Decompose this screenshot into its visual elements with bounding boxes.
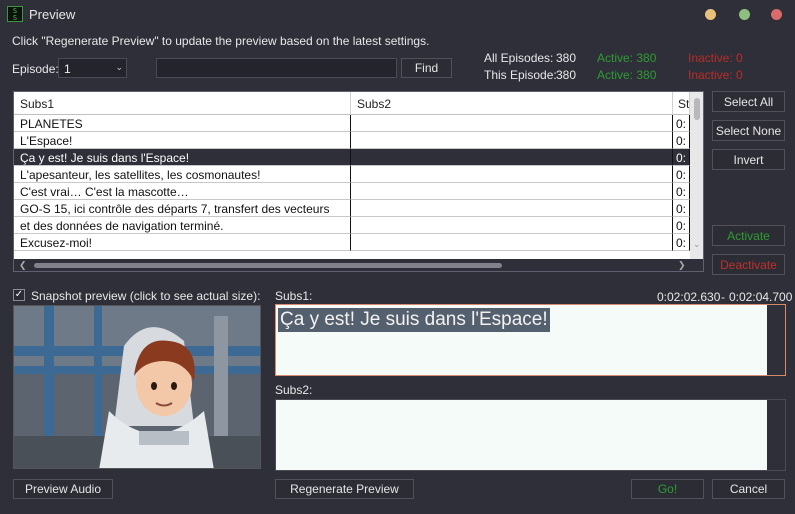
episode-label: Episode: — [12, 62, 59, 76]
subs2-label: Subs2: — [275, 383, 313, 397]
snapshot-preview-label: Snapshot preview (click to see actual si… — [31, 289, 261, 303]
hint-text: Click "Regenerate Preview" to update the… — [12, 34, 430, 48]
close-button[interactable] — [771, 9, 782, 20]
snapshot-preview-checkbox[interactable]: ✓ — [13, 289, 25, 301]
cell-subs1: Excusez-moi! — [14, 234, 351, 251]
cell-start: 0: — [673, 149, 690, 166]
cell-start: 0: — [673, 200, 690, 217]
scrollbar-thumb[interactable] — [694, 98, 700, 120]
select-all-button[interactable]: Select All — [712, 91, 785, 112]
table-row[interactable]: Ça y est! Je suis dans l'Espace! 0: — [14, 149, 690, 166]
find-button[interactable]: Find — [401, 58, 452, 78]
cell-subs2 — [351, 200, 673, 217]
cell-subs1: Ça y est! Je suis dans l'Espace! — [14, 149, 351, 166]
activate-button[interactable]: Activate — [712, 225, 785, 246]
cancel-button[interactable]: Cancel — [712, 479, 785, 499]
cell-subs2 — [351, 115, 673, 132]
subs1-scrollbar[interactable] — [767, 305, 785, 375]
find-input[interactable] — [156, 58, 397, 78]
column-header-subs1[interactable]: Subs1 — [14, 92, 351, 115]
anime-frame-illustration — [14, 306, 260, 468]
title-bar[interactable]: SS Preview — [0, 0, 795, 30]
subs2-text-area[interactable] — [275, 399, 786, 471]
cell-subs2 — [351, 183, 673, 200]
deactivate-button[interactable]: Deactivate — [712, 254, 785, 275]
cell-start: 0: — [673, 115, 690, 132]
cell-subs1: PLANETES — [14, 115, 351, 132]
cell-start: 0: — [673, 183, 690, 200]
subs1-label: Subs1: — [275, 289, 313, 303]
cell-subs2 — [351, 149, 673, 166]
cell-start: 0: — [673, 166, 690, 183]
all-episodes-label: All Episodes: — [484, 51, 554, 65]
minimize-button[interactable] — [705, 9, 716, 20]
maximize-button[interactable] — [739, 9, 750, 20]
subs1-text-area[interactable]: Ça y est! Je suis dans l'Espace! — [275, 304, 786, 376]
app-logo-icon: SS — [7, 6, 23, 22]
table-header: Subs1 Subs2 St — [14, 92, 703, 115]
scroll-left-arrow-icon[interactable]: ❮ — [19, 259, 27, 271]
table-vertical-scrollbar[interactable]: ⌄ — [690, 92, 703, 259]
episode-select-value: 1 — [64, 62, 71, 76]
all-episodes-total: 380 — [556, 51, 577, 65]
cell-subs2 — [351, 217, 673, 234]
column-header-start[interactable]: St — [673, 92, 690, 115]
table-horizontal-scrollbar[interactable]: ❮ ❯ — [14, 259, 703, 271]
all-episodes-active: Active: 380 — [597, 51, 657, 65]
cell-subs1: C'est vrai… C'est la mascotte… — [14, 183, 351, 200]
table-row[interactable]: C'est vrai… C'est la mascotte… 0: — [14, 183, 690, 200]
subs1-time-end: 0:02:04.700 — [729, 290, 793, 304]
this-episode-inactive: Inactive: 0 — [688, 68, 743, 82]
cell-start: 0: — [673, 217, 690, 234]
go-button[interactable]: Go! — [631, 479, 704, 499]
scrollbar-thumb[interactable] — [34, 263, 502, 268]
scroll-down-arrow-icon[interactable]: ⌄ — [693, 239, 701, 250]
cell-subs1: L'apesanteur, les satellites, les cosmon… — [14, 166, 351, 183]
this-episode-total: 380 — [556, 68, 577, 82]
episode-select[interactable]: 1 ⌄ — [58, 58, 127, 78]
table-row[interactable]: GO-S 15, ici contrôle des départs 7, tra… — [14, 200, 690, 217]
subs1-text: Ça y est! Je suis dans l'Espace! — [278, 308, 550, 332]
this-episode-active: Active: 380 — [597, 68, 657, 82]
cell-subs2 — [351, 132, 673, 149]
subs1-time-separator: - — [721, 290, 725, 304]
subs2-scrollbar[interactable] — [767, 400, 785, 470]
cell-subs1: L'Espace! — [14, 132, 351, 149]
column-header-subs2[interactable]: Subs2 — [351, 92, 673, 115]
cell-start: 0: — [673, 234, 690, 251]
table-row[interactable]: L'Espace! 0: — [14, 132, 690, 149]
scroll-right-arrow-icon[interactable]: ❯ — [678, 259, 686, 271]
preview-audio-button[interactable]: Preview Audio — [13, 479, 113, 499]
regenerate-preview-button[interactable]: Regenerate Preview — [275, 479, 414, 499]
table-row[interactable]: L'apesanteur, les satellites, les cosmon… — [14, 166, 690, 183]
cell-subs2 — [351, 166, 673, 183]
cell-start: 0: — [673, 132, 690, 149]
table-row[interactable]: PLANETES 0: — [14, 115, 690, 132]
window-title: Preview — [29, 7, 76, 22]
cell-subs1: GO-S 15, ici contrôle des départs 7, tra… — [14, 200, 351, 217]
subs1-time-start: 0:02:02.630 — [657, 290, 721, 304]
select-none-button[interactable]: Select None — [712, 120, 785, 141]
table-row[interactable]: et des données de navigation terminé. 0: — [14, 217, 690, 234]
cell-subs1: et des données de navigation terminé. — [14, 217, 351, 234]
chevron-down-icon: ⌄ — [115, 62, 123, 72]
invert-button[interactable]: Invert — [712, 149, 785, 170]
snapshot-preview-image[interactable] — [13, 305, 261, 469]
this-episode-label: This Episode: — [484, 68, 557, 82]
subtitle-table[interactable]: Subs1 Subs2 St PLANETES 0: L'Espace! 0: Ça y… — [13, 91, 704, 272]
cell-subs2 — [351, 234, 673, 251]
table-row[interactable]: Excusez-moi! 0: — [14, 234, 690, 251]
all-episodes-inactive: Inactive: 0 — [688, 51, 743, 65]
